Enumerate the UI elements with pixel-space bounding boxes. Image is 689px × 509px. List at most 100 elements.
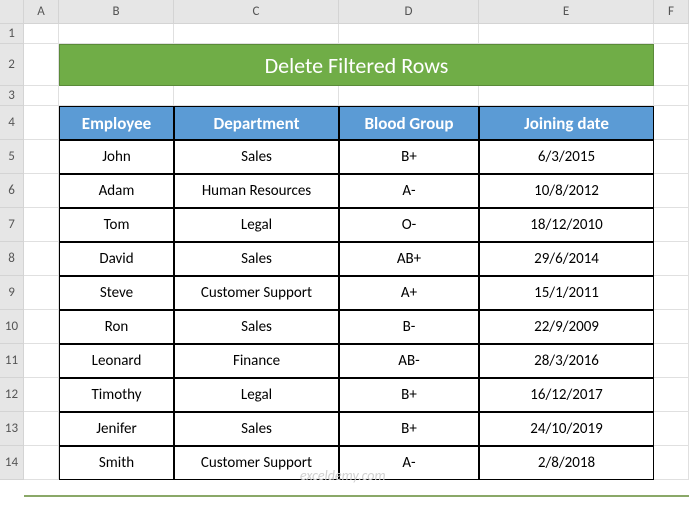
cell-F5[interactable] [654, 140, 689, 174]
table-cell-employee[interactable]: David [59, 242, 174, 276]
cell-C3[interactable] [174, 86, 339, 106]
table-cell-employee[interactable]: Steve [59, 276, 174, 310]
table-cell-department[interactable]: Legal [174, 208, 339, 242]
row-header-10[interactable]: 10 [0, 310, 24, 344]
row-header-9[interactable]: 9 [0, 276, 24, 310]
cell-A14[interactable] [24, 446, 59, 480]
cell-F12[interactable] [654, 378, 689, 412]
table-cell-joining-date[interactable]: 16/12/2017 [479, 378, 654, 412]
table-cell-department[interactable]: Sales [174, 412, 339, 446]
cell-F1[interactable] [654, 24, 689, 44]
cell-F10[interactable] [654, 310, 689, 344]
col-header-E[interactable]: E [479, 0, 654, 24]
cell-D1[interactable] [339, 24, 479, 44]
cell-A10[interactable] [24, 310, 59, 344]
row-header-7[interactable]: 7 [0, 208, 24, 242]
table-header-blood-group[interactable]: Blood Group [339, 106, 479, 140]
table-header-joining-date[interactable]: Joining date [479, 106, 654, 140]
table-header-employee[interactable]: Employee [59, 106, 174, 140]
cell-F14[interactable] [654, 446, 689, 480]
cell-B3[interactable] [59, 86, 174, 106]
cell-A2[interactable] [24, 44, 59, 86]
table-cell-blood-group[interactable]: AB+ [339, 242, 479, 276]
col-header-D[interactable]: D [339, 0, 479, 24]
table-cell-department[interactable]: Sales [174, 310, 339, 344]
select-all-corner[interactable] [0, 0, 24, 24]
row-header-3[interactable]: 3 [0, 86, 24, 106]
table-cell-department[interactable]: Legal [174, 378, 339, 412]
cell-B1[interactable] [59, 24, 174, 44]
cell-F7[interactable] [654, 208, 689, 242]
col-header-B[interactable]: B [59, 0, 174, 24]
cell-A4[interactable] [24, 106, 59, 140]
cell-F9[interactable] [654, 276, 689, 310]
table-cell-employee[interactable]: Smith [59, 446, 174, 480]
table-cell-blood-group[interactable]: B+ [339, 412, 479, 446]
table-cell-employee[interactable]: Ron [59, 310, 174, 344]
table-cell-employee[interactable]: Adam [59, 174, 174, 208]
cell-A12[interactable] [24, 378, 59, 412]
cell-F6[interactable] [654, 174, 689, 208]
cell-A9[interactable] [24, 276, 59, 310]
cell-E3[interactable] [479, 86, 654, 106]
cell-F2[interactable] [654, 44, 689, 86]
table-cell-department[interactable]: Sales [174, 140, 339, 174]
table-cell-blood-group[interactable]: B+ [339, 140, 479, 174]
table-cell-department[interactable]: Sales [174, 242, 339, 276]
col-header-F[interactable]: F [654, 0, 689, 24]
col-header-A[interactable]: A [24, 0, 59, 24]
table-cell-blood-group[interactable]: O- [339, 208, 479, 242]
cell-A3[interactable] [24, 86, 59, 106]
cell-A1[interactable] [24, 24, 59, 44]
col-header-C[interactable]: C [174, 0, 339, 24]
row-header-12[interactable]: 12 [0, 378, 24, 412]
cell-C1[interactable] [174, 24, 339, 44]
table-cell-joining-date[interactable]: 2/8/2018 [479, 446, 654, 480]
table-header-department[interactable]: Department [174, 106, 339, 140]
row-header-14[interactable]: 14 [0, 446, 24, 480]
table-cell-joining-date[interactable]: 22/9/2009 [479, 310, 654, 344]
table-cell-blood-group[interactable]: AB- [339, 344, 479, 378]
table-cell-employee[interactable]: Timothy [59, 378, 174, 412]
table-cell-joining-date[interactable]: 28/3/2016 [479, 344, 654, 378]
table-cell-department[interactable]: Customer Support [174, 276, 339, 310]
row-header-11[interactable]: 11 [0, 344, 24, 378]
cell-A6[interactable] [24, 174, 59, 208]
cell-F11[interactable] [654, 344, 689, 378]
table-cell-blood-group[interactable]: A+ [339, 276, 479, 310]
cell-F4[interactable] [654, 106, 689, 140]
row-header-2[interactable]: 2 [0, 44, 24, 86]
table-cell-joining-date[interactable]: 6/3/2015 [479, 140, 654, 174]
cell-D3[interactable] [339, 86, 479, 106]
row-header-5[interactable]: 5 [0, 140, 24, 174]
row-header-13[interactable]: 13 [0, 412, 24, 446]
row-header-1[interactable]: 1 [0, 24, 24, 44]
table-cell-employee[interactable]: John [59, 140, 174, 174]
table-cell-blood-group[interactable]: A- [339, 174, 479, 208]
row-header-8[interactable]: 8 [0, 242, 24, 276]
row-header-4[interactable]: 4 [0, 106, 24, 140]
cell-F3[interactable] [654, 86, 689, 106]
table-cell-employee[interactable]: Jenifer [59, 412, 174, 446]
page-title[interactable]: Delete Filtered Rows [59, 44, 654, 86]
cell-A11[interactable] [24, 344, 59, 378]
table-cell-department[interactable]: Customer Support [174, 446, 339, 480]
table-cell-joining-date[interactable]: 10/8/2012 [479, 174, 654, 208]
cell-F13[interactable] [654, 412, 689, 446]
table-cell-employee[interactable]: Tom [59, 208, 174, 242]
table-cell-joining-date[interactable]: 15/1/2011 [479, 276, 654, 310]
row-header-6[interactable]: 6 [0, 174, 24, 208]
cell-A13[interactable] [24, 412, 59, 446]
table-cell-joining-date[interactable]: 24/10/2019 [479, 412, 654, 446]
table-cell-department[interactable]: Human Resources [174, 174, 339, 208]
table-cell-blood-group[interactable]: B- [339, 310, 479, 344]
table-cell-department[interactable]: Finance [174, 344, 339, 378]
table-cell-blood-group[interactable]: B+ [339, 378, 479, 412]
cell-A5[interactable] [24, 140, 59, 174]
cell-A8[interactable] [24, 242, 59, 276]
cell-A7[interactable] [24, 208, 59, 242]
table-cell-joining-date[interactable]: 18/12/2010 [479, 208, 654, 242]
table-cell-employee[interactable]: Leonard [59, 344, 174, 378]
cell-F8[interactable] [654, 242, 689, 276]
cell-E1[interactable] [479, 24, 654, 44]
